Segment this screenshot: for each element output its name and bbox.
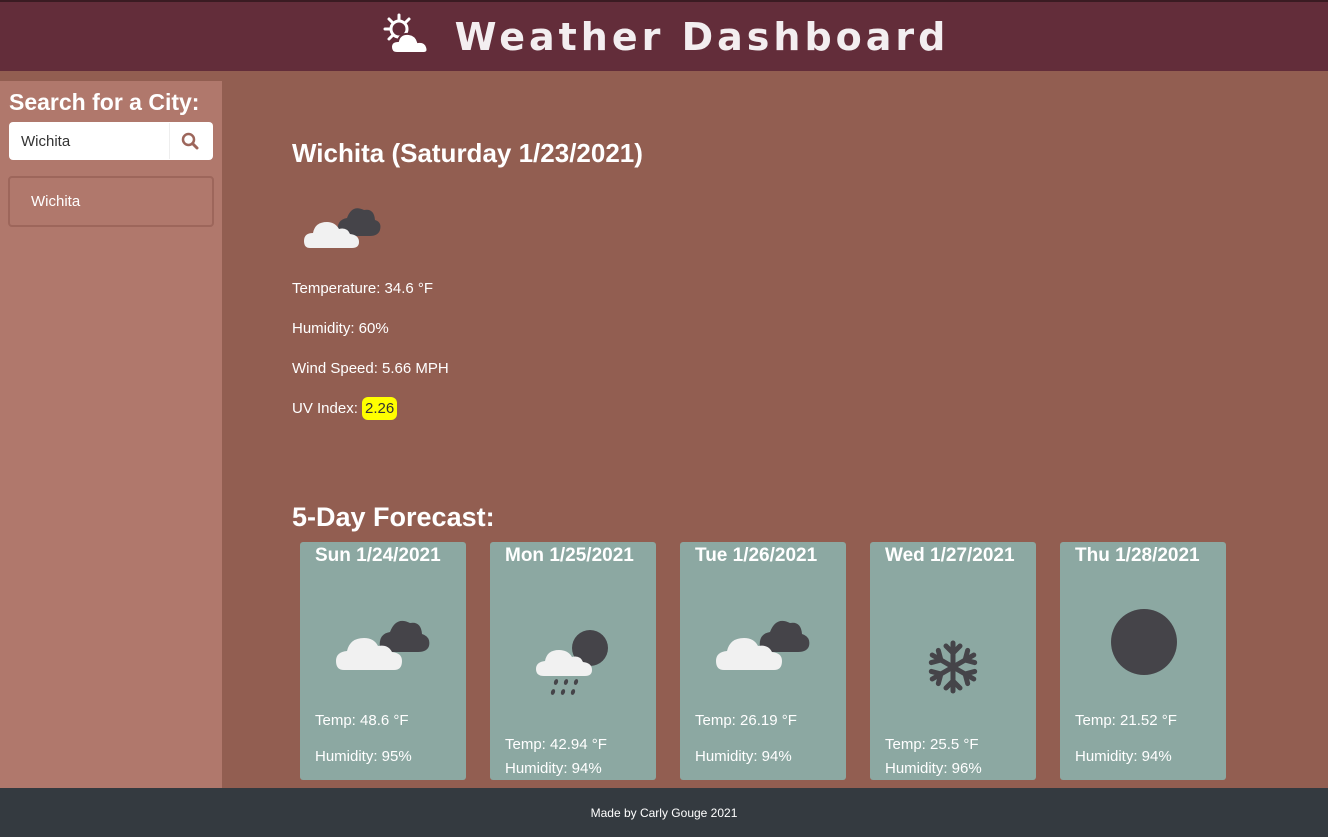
forecast-card: Wed 1/27/2021 Temp: 25.5 °F Humidity: 96… — [870, 542, 1036, 780]
city-search-input[interactable] — [9, 123, 169, 159]
forecast-temp: Temp: 21.52 °F — [1075, 712, 1177, 729]
broken-clouds-icon — [716, 620, 810, 670]
forecast-humidity: Humidity: 96% — [885, 760, 982, 777]
clear-sky-icon — [1111, 609, 1177, 675]
search-button[interactable] — [169, 123, 209, 159]
forecast-card: Sun 1/24/2021 Temp: 48.6 °F Humidity: 95… — [300, 542, 466, 780]
forecast-date: Tue 1/26/2021 — [695, 545, 818, 566]
broken-clouds-icon — [336, 620, 430, 670]
search-icon — [181, 132, 198, 150]
current-uv-index: UV Index: 2.26 — [292, 397, 398, 420]
forecast-humidity: Humidity: 94% — [505, 760, 602, 777]
forecast-temp: Temp: 48.6 °F — [315, 712, 409, 729]
current-temperature: Temperature: 34.6 °F — [292, 280, 434, 297]
rain-icon — [536, 630, 608, 695]
broken-clouds-icon — [304, 208, 381, 248]
search-box — [9, 122, 213, 160]
forecast-temp: Temp: 42.94 °F — [505, 736, 607, 753]
forecast-temp: Temp: 26.19 °F — [695, 712, 797, 729]
current-city-title: Wichita (Saturday 1/23/2021) — [292, 138, 643, 168]
search-heading: Search for a City: — [9, 89, 200, 115]
current-wind-speed: Wind Speed: 5.66 MPH — [292, 360, 449, 377]
app-title: Weather Dashboard — [454, 14, 950, 59]
forecast-date: Mon 1/25/2021 — [505, 545, 634, 566]
forecast-temp: Temp: 25.5 °F — [885, 736, 979, 753]
sidebar: Search for a City: Wichita — [0, 81, 222, 788]
forecast-card: Tue 1/26/2021 Temp: 26.19 °F Humidity: 9… — [680, 542, 846, 780]
forecast-date: Thu 1/28/2021 — [1075, 545, 1200, 566]
forecast-date: Sun 1/24/2021 — [315, 545, 441, 566]
search-history-item[interactable]: Wichita — [10, 178, 212, 225]
sun-behind-cloud-icon — [383, 13, 429, 54]
forecast-card: Thu 1/28/2021 Temp: 21.52 °F Humidity: 9… — [1060, 542, 1226, 780]
app-header: Weather Dashboard — [0, 0, 1328, 71]
page-footer: Made by Carly Gouge 2021 — [0, 788, 1328, 837]
snow-icon — [928, 640, 978, 694]
current-humidity: Humidity: 60% — [292, 320, 389, 337]
footer-credit: Made by Carly Gouge 2021 — [590, 805, 738, 820]
forecast-humidity: Humidity: 95% — [315, 748, 412, 765]
forecast-card: Mon 1/25/2021 Temp: 42.94 °F Humidity: 9… — [490, 542, 656, 780]
forecast-title: 5-Day Forecast: — [292, 502, 495, 532]
uv-index-badge: 2.26 — [362, 397, 398, 420]
forecast-date: Wed 1/27/2021 — [885, 545, 1015, 566]
search-history-list: Wichita — [8, 176, 214, 227]
forecast-humidity: Humidity: 94% — [695, 748, 792, 765]
forecast-humidity: Humidity: 94% — [1075, 748, 1172, 765]
uv-index-label: UV Index: — [292, 400, 358, 417]
